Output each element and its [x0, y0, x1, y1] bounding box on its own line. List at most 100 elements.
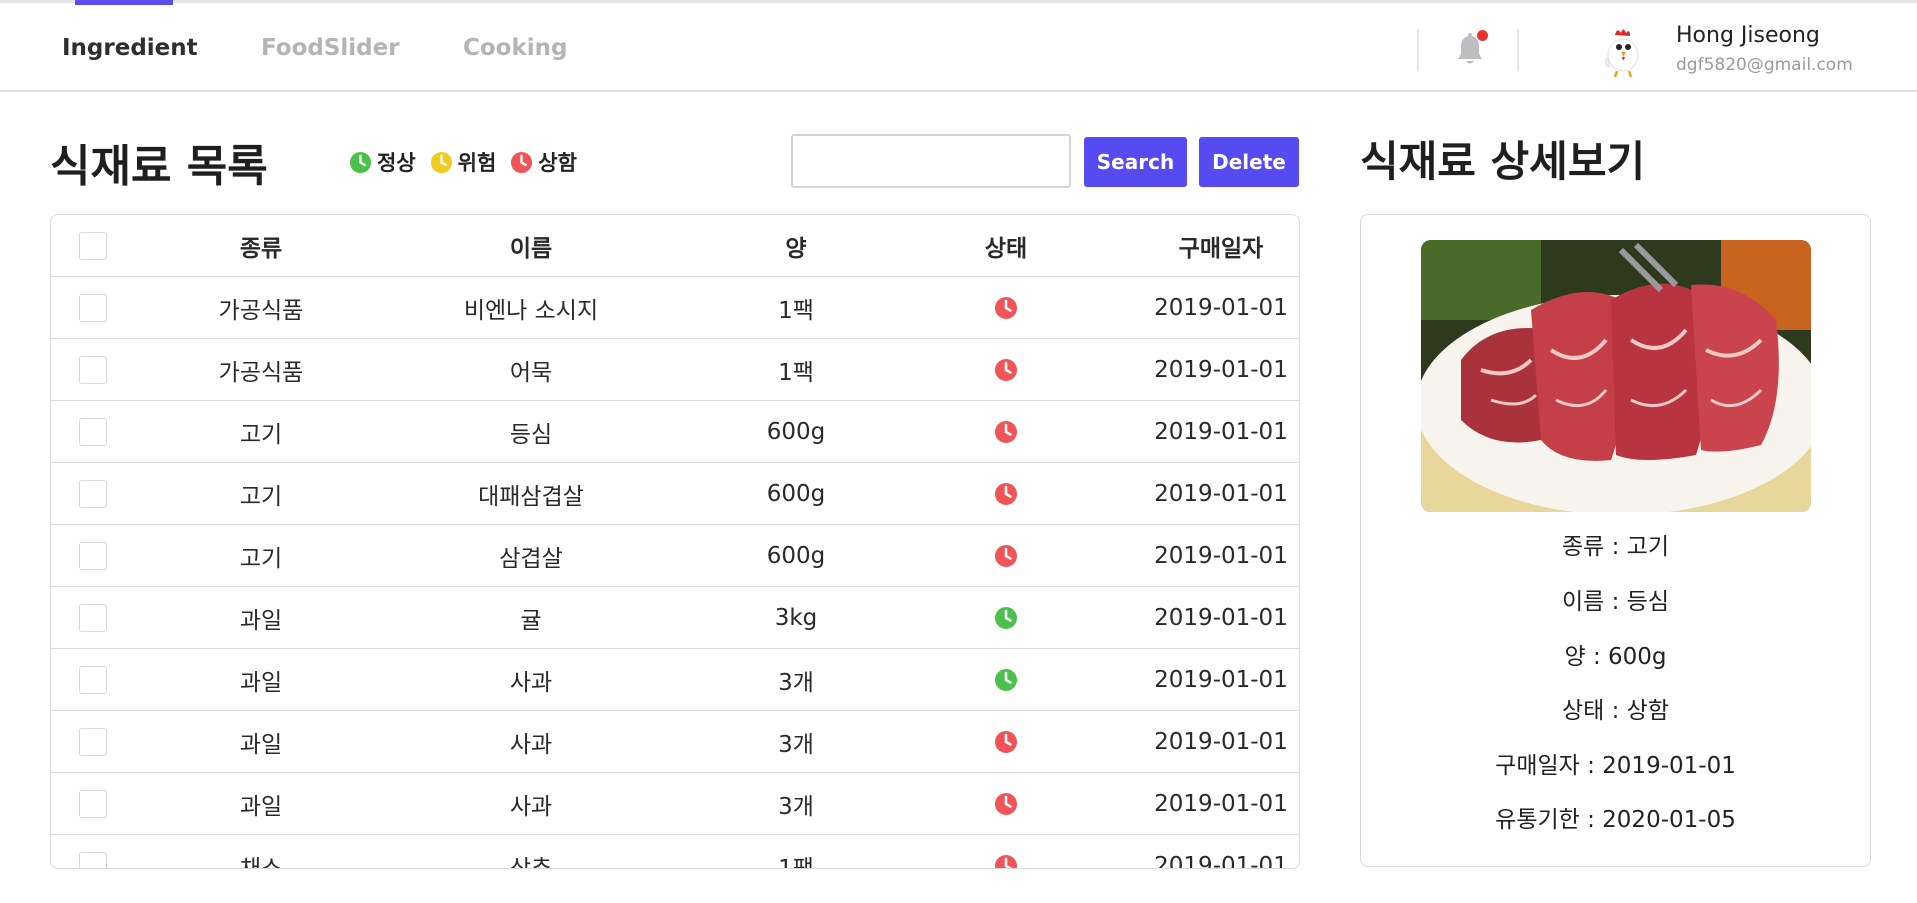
clock-icon-yellow: [430, 151, 452, 173]
cell-quantity: 1팩: [778, 359, 814, 386]
cell-date: 2019-01-01: [1154, 356, 1288, 383]
cell-name: 사과: [509, 731, 553, 758]
cell-type: 과일: [239, 731, 283, 758]
status-clock-icon: [995, 792, 1017, 815]
cell-name: 상추: [509, 855, 553, 869]
cell-date: 2019-01-01: [1154, 604, 1288, 631]
status-clock-icon: [995, 854, 1017, 868]
cell-name: 어묵: [509, 359, 553, 386]
cell-type: 가공식품: [218, 359, 304, 386]
status-clock-icon: [995, 296, 1017, 319]
cell-date: 2019-01-01: [1154, 480, 1288, 507]
detail-card: 종류 : 고기 이름 : 등심 양 : 600g 상태 : 상함 구매일자 : …: [1360, 214, 1871, 867]
detail-title: 식재료 상세보기: [1360, 137, 1646, 186]
row-checkbox[interactable]: [79, 728, 107, 756]
row-checkbox[interactable]: [79, 294, 107, 322]
cell-name: 등심: [509, 421, 553, 448]
cell-name: 사과: [509, 793, 553, 820]
search-button[interactable]: Search: [1084, 137, 1187, 187]
status-clock-icon: [995, 606, 1017, 629]
cell-quantity: 600g: [766, 418, 826, 445]
legend-label: 정상: [377, 151, 416, 175]
user-name: Hong Jiseong: [1676, 23, 1820, 48]
cell-name: 삼겹살: [499, 545, 563, 572]
top-nav-bar: Ingredient FoodSlider Cooking Hong Jiseo…: [0, 0, 1917, 92]
cell-date: 2019-01-01: [1154, 666, 1288, 693]
table-row[interactable]: 과일 사과 3개 2019-01-01: [51, 773, 1299, 835]
nav-divider: [1517, 29, 1519, 71]
tab-foodslider[interactable]: FoodSlider: [261, 35, 400, 61]
table-row[interactable]: 고기 대패삼겹살 600g 2019-01-01: [51, 463, 1299, 525]
status-clock-icon: [995, 668, 1017, 691]
row-checkbox[interactable]: [79, 604, 107, 632]
select-all-checkbox[interactable]: [79, 232, 107, 260]
detail-name: 이름 : 등심: [1561, 589, 1669, 615]
cell-type: 과일: [239, 669, 283, 696]
cell-quantity: 600g: [766, 542, 826, 569]
table-row[interactable]: 과일 사과 3개 2019-01-01: [51, 711, 1299, 773]
row-checkbox[interactable]: [79, 480, 107, 508]
cell-type: 채소: [239, 855, 283, 869]
cell-date: 2019-01-01: [1154, 728, 1288, 755]
table-row[interactable]: 가공식품 비엔나 소시지 1팩 2019-01-01: [51, 277, 1299, 339]
search-input[interactable]: [791, 134, 1071, 188]
notification-badge: [1477, 30, 1488, 41]
cell-name: 귤: [520, 607, 542, 634]
row-checkbox[interactable]: [79, 418, 107, 446]
column-header-type[interactable]: 종류: [161, 229, 361, 263]
legend-item-spoiled: 상함: [510, 147, 577, 177]
cell-quantity: 3개: [778, 669, 814, 696]
tab-cooking[interactable]: Cooking: [463, 35, 568, 61]
active-tab-indicator: [75, 0, 173, 5]
row-checkbox[interactable]: [79, 356, 107, 384]
nav-divider: [1417, 29, 1419, 71]
cell-type: 고기: [239, 421, 283, 448]
table-row[interactable]: 가공식품 어묵 1팩 2019-01-01: [51, 339, 1299, 401]
user-email: dgf5820@gmail.com: [1676, 55, 1853, 75]
delete-button[interactable]: Delete: [1199, 137, 1299, 187]
clock-icon-red: [511, 151, 533, 173]
table-body: 가공식품 비엔나 소시지 1팩 2019-01-01 가공식품 어묵 1팩 2019-01-0…: [51, 277, 1299, 869]
cell-quantity: 1팩: [778, 855, 814, 869]
status-clock-icon: [995, 482, 1017, 505]
table-row[interactable]: 고기 등심 600g 2019-01-01: [51, 401, 1299, 463]
cell-name: 사과: [509, 669, 553, 696]
row-checkbox[interactable]: [79, 542, 107, 570]
detail-type: 종류 : 고기: [1561, 534, 1669, 560]
detail-status: 상태 : 상함: [1561, 698, 1669, 724]
cell-quantity: 3kg: [774, 604, 818, 631]
legend-label: 상함: [538, 151, 577, 175]
cell-date: 2019-01-01: [1154, 542, 1288, 569]
status-clock-icon: [995, 358, 1017, 381]
clock-icon-green: [349, 151, 372, 173]
legend-item-warning: 위험: [430, 147, 497, 177]
table-header-row: 종류 이름 양 상태 구매일자: [51, 215, 1299, 277]
row-checkbox[interactable]: [79, 666, 107, 694]
column-header-name[interactable]: 이름: [381, 229, 681, 263]
status-legend: 정상 위험 상함: [349, 147, 577, 177]
ingredient-table: 종류 이름 양 상태 구매일자 가공식품 비엔나 소시지 1팩 2019-01-01 가…: [50, 214, 1300, 869]
legend-label: 위험: [457, 151, 497, 175]
detail-quantity: 양 : 600g: [1564, 644, 1667, 670]
status-clock-icon: [995, 420, 1017, 443]
cell-quantity: 3개: [778, 731, 814, 758]
table-row[interactable]: 과일 귤 3kg 2019-01-01: [51, 587, 1299, 649]
table-row[interactable]: 과일 사과 3개 2019-01-01: [51, 649, 1299, 711]
column-header-date[interactable]: 구매일자: [1061, 229, 1299, 263]
table-row[interactable]: 고기 삼겹살 600g 2019-01-01: [51, 525, 1299, 587]
table-row[interactable]: 채소 상추 1팩 2019-01-01: [51, 835, 1299, 869]
row-checkbox[interactable]: [79, 790, 107, 818]
column-header-quantity[interactable]: 양: [671, 229, 921, 263]
avatar[interactable]: [1595, 23, 1651, 79]
tab-ingredient[interactable]: Ingredient: [62, 35, 198, 61]
cell-quantity: 1팩: [778, 297, 814, 324]
cell-type: 과일: [239, 793, 283, 820]
cell-type: 가공식품: [218, 297, 304, 324]
cell-name: 비엔나 소시지: [463, 297, 599, 324]
cell-type: 고기: [239, 483, 283, 510]
status-clock-icon: [995, 544, 1017, 567]
cell-type: 고기: [239, 545, 283, 572]
cell-quantity: 600g: [766, 480, 826, 507]
row-checkbox[interactable]: [79, 852, 107, 868]
cell-date: 2019-01-01: [1154, 294, 1288, 321]
